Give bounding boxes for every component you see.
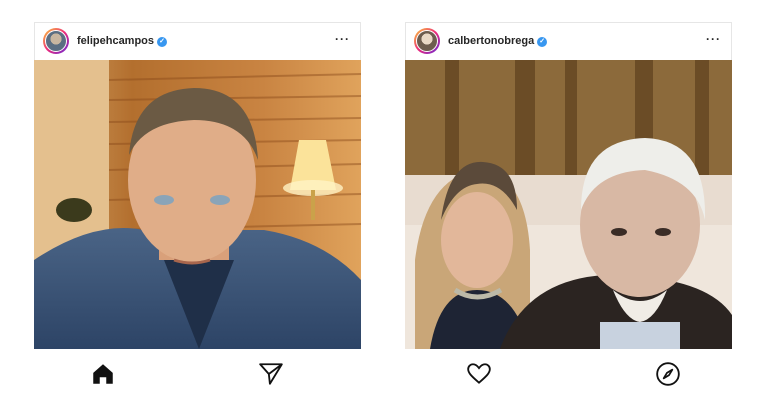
more-options-icon[interactable]: ···	[335, 32, 350, 46]
heart-icon[interactable]	[465, 360, 493, 388]
post-card-right: calbertonobrega ✓ ···	[405, 22, 732, 349]
verified-badge-icon: ✓	[157, 37, 168, 47]
compass-icon[interactable]	[654, 360, 682, 388]
home-icon[interactable]	[89, 360, 117, 388]
avatar[interactable]	[43, 28, 69, 54]
post-card-left: felipehcampos ✓ ···	[34, 22, 361, 349]
verified-badge-icon: ✓	[537, 37, 548, 47]
username[interactable]: felipehcampos ✓	[77, 35, 168, 47]
post-header: felipehcampos ✓ ···	[34, 22, 361, 60]
post-image	[34, 60, 361, 349]
post-image	[405, 60, 732, 349]
post-header: calbertonobrega ✓ ···	[405, 22, 732, 60]
more-options-icon[interactable]: ···	[706, 32, 721, 46]
username[interactable]: calbertonobrega ✓	[448, 35, 548, 47]
send-icon[interactable]	[257, 360, 285, 388]
avatar[interactable]	[414, 28, 440, 54]
